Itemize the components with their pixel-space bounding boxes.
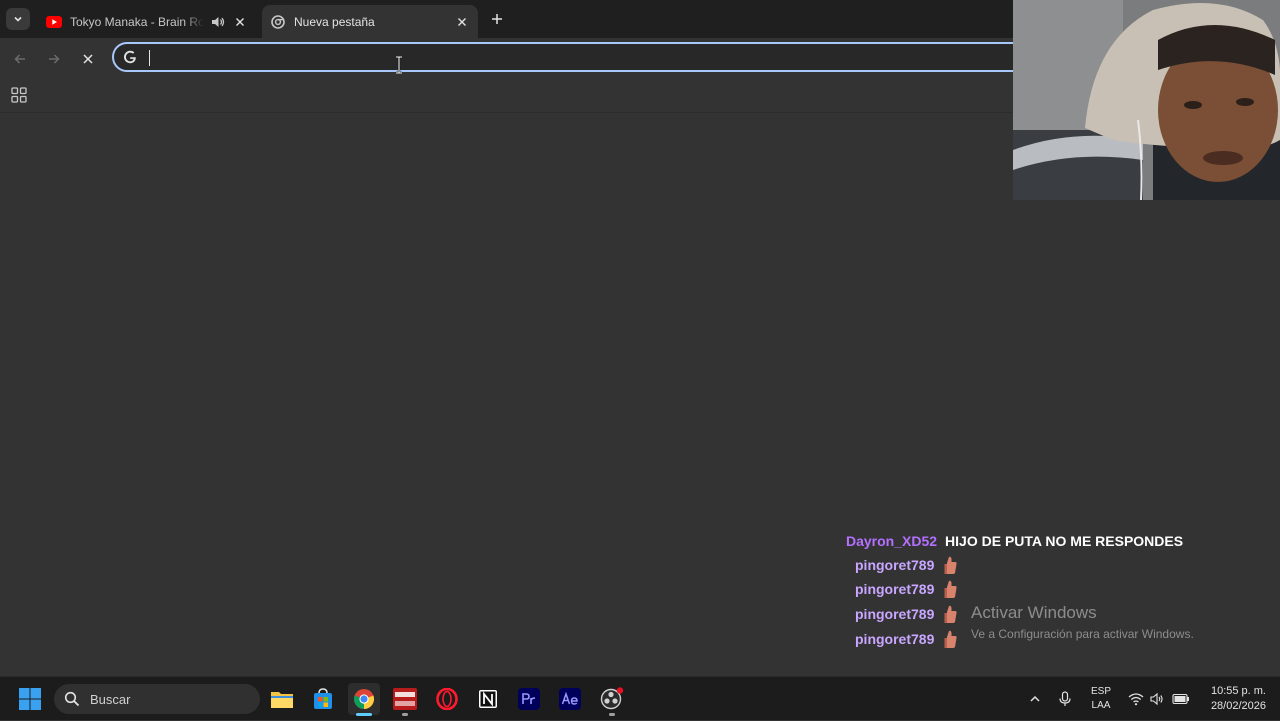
taskbar: Buscar ESP LAA 10:55 p. m. 28/02/2026 [0,676,1280,720]
microphone-icon[interactable] [1054,677,1076,721]
chat-message: pingoret789 [855,603,958,625]
chrome-newtab-icon [270,14,286,30]
microsoft-store-icon[interactable] [307,683,339,715]
close-tab-icon[interactable] [454,14,470,30]
chat-message: pingoret789 [855,628,958,650]
tab-title: Nueva pestaña [294,14,375,29]
tab-search-button[interactable] [6,8,30,30]
voicemeeter-icon[interactable] [389,683,421,716]
address-bar[interactable] [112,42,1032,72]
file-explorer-icon[interactable] [266,683,298,715]
back-button[interactable] [9,48,31,70]
tab-youtube[interactable]: Tokyo Manaka - Brain Rot fo [38,5,256,38]
thumbs-up-emote-icon [944,580,957,598]
wifi-icon[interactable] [1126,677,1146,721]
tab-new-tab[interactable]: Nueva pestaña [262,5,478,38]
chat-username: pingoret789 [855,557,935,573]
chat-username: pingoret789 [855,581,935,597]
running-indicator [402,713,408,716]
google-icon [122,49,138,65]
speaker-icon[interactable] [210,14,226,30]
running-indicator [609,713,615,716]
chat-username: pingoret789 [855,606,935,622]
chevron-up-icon[interactable] [1024,677,1046,721]
tab-title: Tokyo Manaka - Brain Rot fo [70,14,204,29]
clock-time: 10:55 p. m. [1210,685,1266,697]
chat-message: Dayron_XD52 HIJO DE PUTA NO ME RESPONDES [846,530,1183,552]
taskbar-search[interactable]: Buscar [54,684,260,714]
obs-icon[interactable] [596,683,628,716]
webcam-feed [1013,0,1280,200]
thumbs-up-emote-icon [944,605,957,623]
chat-username: Dayron_XD52 [846,533,938,549]
activate-windows-watermark: Activar Windows Ve a Configuración para … [971,603,1194,641]
close-icon [83,54,93,64]
language-indicator[interactable]: ESP LAA [1088,685,1114,713]
windows-start-icon[interactable] [16,685,44,713]
thumbs-up-emote-icon [944,556,957,574]
plus-icon [492,14,502,24]
search-icon [64,691,80,707]
stop-loading-button[interactable] [77,48,99,70]
close-tab-icon[interactable] [232,14,248,30]
language-code: ESP [1090,686,1111,697]
webcam-overlay [1013,0,1280,200]
chat-text: HIJO DE PUTA NO ME RESPONDES [945,533,1184,549]
search-label: Buscar [90,691,131,707]
watermark-title: Activar Windows [971,603,1097,622]
forward-button[interactable] [43,48,65,70]
chevron-down-icon [14,16,22,22]
keyboard-layout: LAA [1091,700,1111,711]
chat-message: pingoret789 [855,554,958,576]
watermark-subtitle: Ve a Configuración para activar Windows. [971,627,1194,641]
arrow-left-icon [14,54,25,64]
battery-icon[interactable] [1170,677,1192,721]
youtube-icon [46,14,62,30]
running-indicator [356,713,372,716]
after-effects-icon[interactable] [554,683,586,715]
new-tab-button[interactable] [487,9,507,29]
notion-icon[interactable] [472,683,504,715]
thumbs-up-emote-icon [944,630,957,648]
apps-grid-icon[interactable] [10,86,28,104]
arrow-right-icon [49,54,60,64]
address-input[interactable] [146,47,1010,69]
opera-icon[interactable] [431,683,463,715]
clock-date: 28/02/2026 [1210,700,1266,712]
premiere-pro-icon[interactable] [513,683,545,715]
text-cursor-icon [396,56,402,74]
text-caret [149,50,150,66]
chat-message: pingoret789 [855,578,958,600]
volume-icon[interactable] [1148,677,1166,721]
chrome-icon[interactable] [348,683,380,716]
system-clock[interactable]: 10:55 p. m. 28/02/2026 [1196,684,1266,714]
chat-username: pingoret789 [855,631,935,647]
